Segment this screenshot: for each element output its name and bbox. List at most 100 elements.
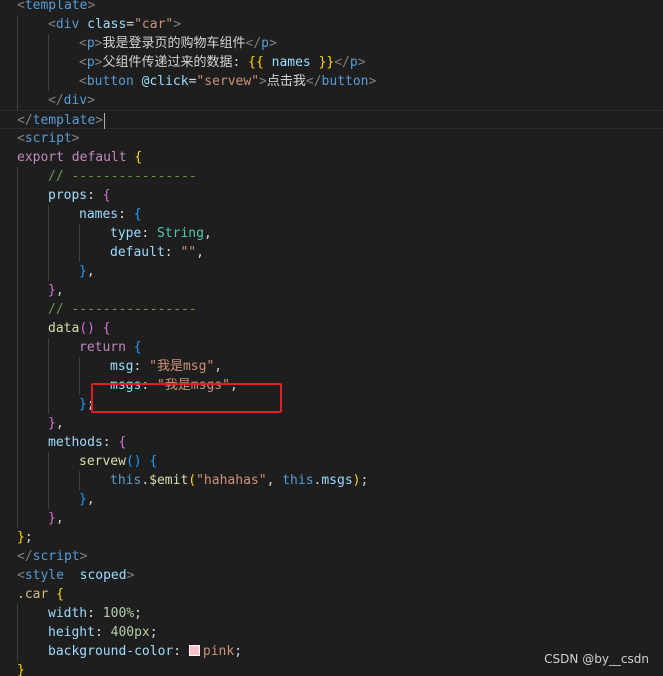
indent-guide	[17, 167, 18, 186]
code-line[interactable]: names: {	[0, 205, 663, 224]
code-line[interactable]: this.$emit("hahahas", this.msgs);	[0, 471, 663, 490]
code-token: >	[173, 17, 182, 32]
csdn-watermark: CSDN @by__csdn	[544, 652, 649, 666]
code-line[interactable]: height: 400px;	[0, 623, 663, 642]
indent-guide	[17, 300, 18, 319]
code-token: "servew"	[196, 74, 260, 89]
code-line[interactable]: },	[0, 490, 663, 509]
code-token: :	[87, 606, 103, 621]
code-token: ,	[86, 264, 95, 279]
code-token: data	[48, 321, 80, 336]
code-line[interactable]: props: {	[0, 186, 663, 205]
code-token: height	[48, 625, 95, 640]
indent-guide	[79, 357, 80, 376]
code-line[interactable]: },	[0, 281, 663, 300]
code-token: "car"	[134, 17, 174, 32]
code-line[interactable]: <style scoped>	[0, 566, 663, 585]
code-editor[interactable]: <template> <div class="car"> <p>我是登录页的购物车组…	[0, 0, 663, 676]
indent-guide	[17, 490, 18, 509]
code-token: ,	[55, 283, 64, 298]
code-token: $emit	[149, 473, 189, 488]
code-token: "hahahas"	[196, 473, 267, 488]
indent-guide	[17, 91, 18, 110]
code-token: :	[173, 644, 189, 659]
code-token: script	[32, 549, 80, 564]
code-token: }	[79, 492, 87, 507]
code-line[interactable]: <button @click="servew">点击我</button>	[0, 72, 663, 91]
code-token: names	[271, 55, 311, 70]
code-token: script	[24, 131, 72, 146]
indent-guide	[17, 243, 18, 262]
code-line[interactable]: <p>父组件传递过来的数据: {{ names }}</p>	[0, 53, 663, 72]
code-token: :	[141, 226, 157, 241]
code-line[interactable]: };	[0, 395, 663, 414]
indent-guide	[48, 34, 49, 53]
code-token: }	[48, 511, 56, 526]
code-token: return	[79, 340, 126, 355]
code-line[interactable]: <template>	[0, 0, 663, 15]
indent-guide	[17, 53, 18, 72]
code-token: scoped	[79, 568, 127, 583]
indent-guide	[17, 452, 18, 471]
code-token: "我是msgs"	[156, 378, 230, 393]
color-swatch-icon[interactable]	[188, 645, 200, 656]
code-line[interactable]: // ----------------	[0, 300, 663, 319]
code-line[interactable]: type: String,	[0, 224, 663, 243]
code-line[interactable]: data() {	[0, 319, 663, 338]
code-line[interactable]: </script>	[0, 547, 663, 566]
code-token: :	[94, 625, 111, 640]
code-line[interactable]: },	[0, 262, 663, 281]
code-token: {	[118, 435, 127, 450]
code-line[interactable]: // ----------------	[0, 167, 663, 186]
code-line[interactable]: <p>我是登录页的购物车组件</p>	[0, 34, 663, 53]
code-token: ,	[55, 416, 64, 431]
code-token: <	[48, 17, 56, 32]
indent-guide	[17, 262, 18, 281]
code-line[interactable]: return {	[0, 338, 663, 357]
code-line[interactable]: export default {	[0, 148, 663, 167]
indent-guide	[17, 471, 18, 490]
code-line[interactable]: servew() {	[0, 452, 663, 471]
indent-guide	[79, 471, 80, 490]
code-line[interactable]: .car {	[0, 585, 663, 604]
code-line[interactable]: msg: "我是msg",	[0, 357, 663, 376]
code-lines[interactable]: <template> <div class="car"> <p>我是登录页的购物车组…	[0, 0, 663, 676]
code-line[interactable]: msgs: "我是msgs",	[0, 376, 663, 395]
code-token: {	[134, 150, 143, 165]
code-token: background-color	[48, 644, 174, 659]
indent-guide	[17, 509, 18, 528]
code-token: // ----------------	[48, 302, 197, 317]
code-token: .car	[17, 587, 49, 602]
code-line[interactable]: },	[0, 509, 663, 528]
code-token: >	[79, 549, 88, 564]
code-token: {	[133, 207, 142, 222]
code-line[interactable]: <script>	[0, 129, 663, 148]
code-line[interactable]: },	[0, 414, 663, 433]
code-line[interactable]: </template>	[0, 110, 663, 129]
code-line[interactable]: methods: {	[0, 433, 663, 452]
indent-guide	[79, 376, 80, 395]
indent-guide	[48, 471, 49, 490]
code-line[interactable]: width: 100%;	[0, 604, 663, 623]
text-cursor	[104, 112, 106, 129]
code-token: ;	[86, 397, 95, 412]
code-token: >	[268, 36, 277, 51]
code-token: ;	[149, 625, 158, 640]
code-token: p	[86, 55, 95, 70]
code-line[interactable]: default: "",	[0, 243, 663, 262]
code-token: }}	[318, 55, 335, 70]
code-token: >	[259, 74, 267, 89]
code-token: >	[368, 74, 377, 89]
code-token: </	[17, 549, 33, 564]
code-token: ,	[266, 473, 283, 488]
code-token: }	[48, 283, 56, 298]
code-line[interactable]: </div>	[0, 91, 663, 110]
code-token: <	[79, 74, 87, 89]
indent-guide	[17, 338, 18, 357]
code-line[interactable]: };	[0, 528, 663, 547]
code-line[interactable]: <div class="car">	[0, 15, 663, 34]
code-token: </	[17, 113, 33, 128]
code-token: servew	[79, 454, 126, 469]
